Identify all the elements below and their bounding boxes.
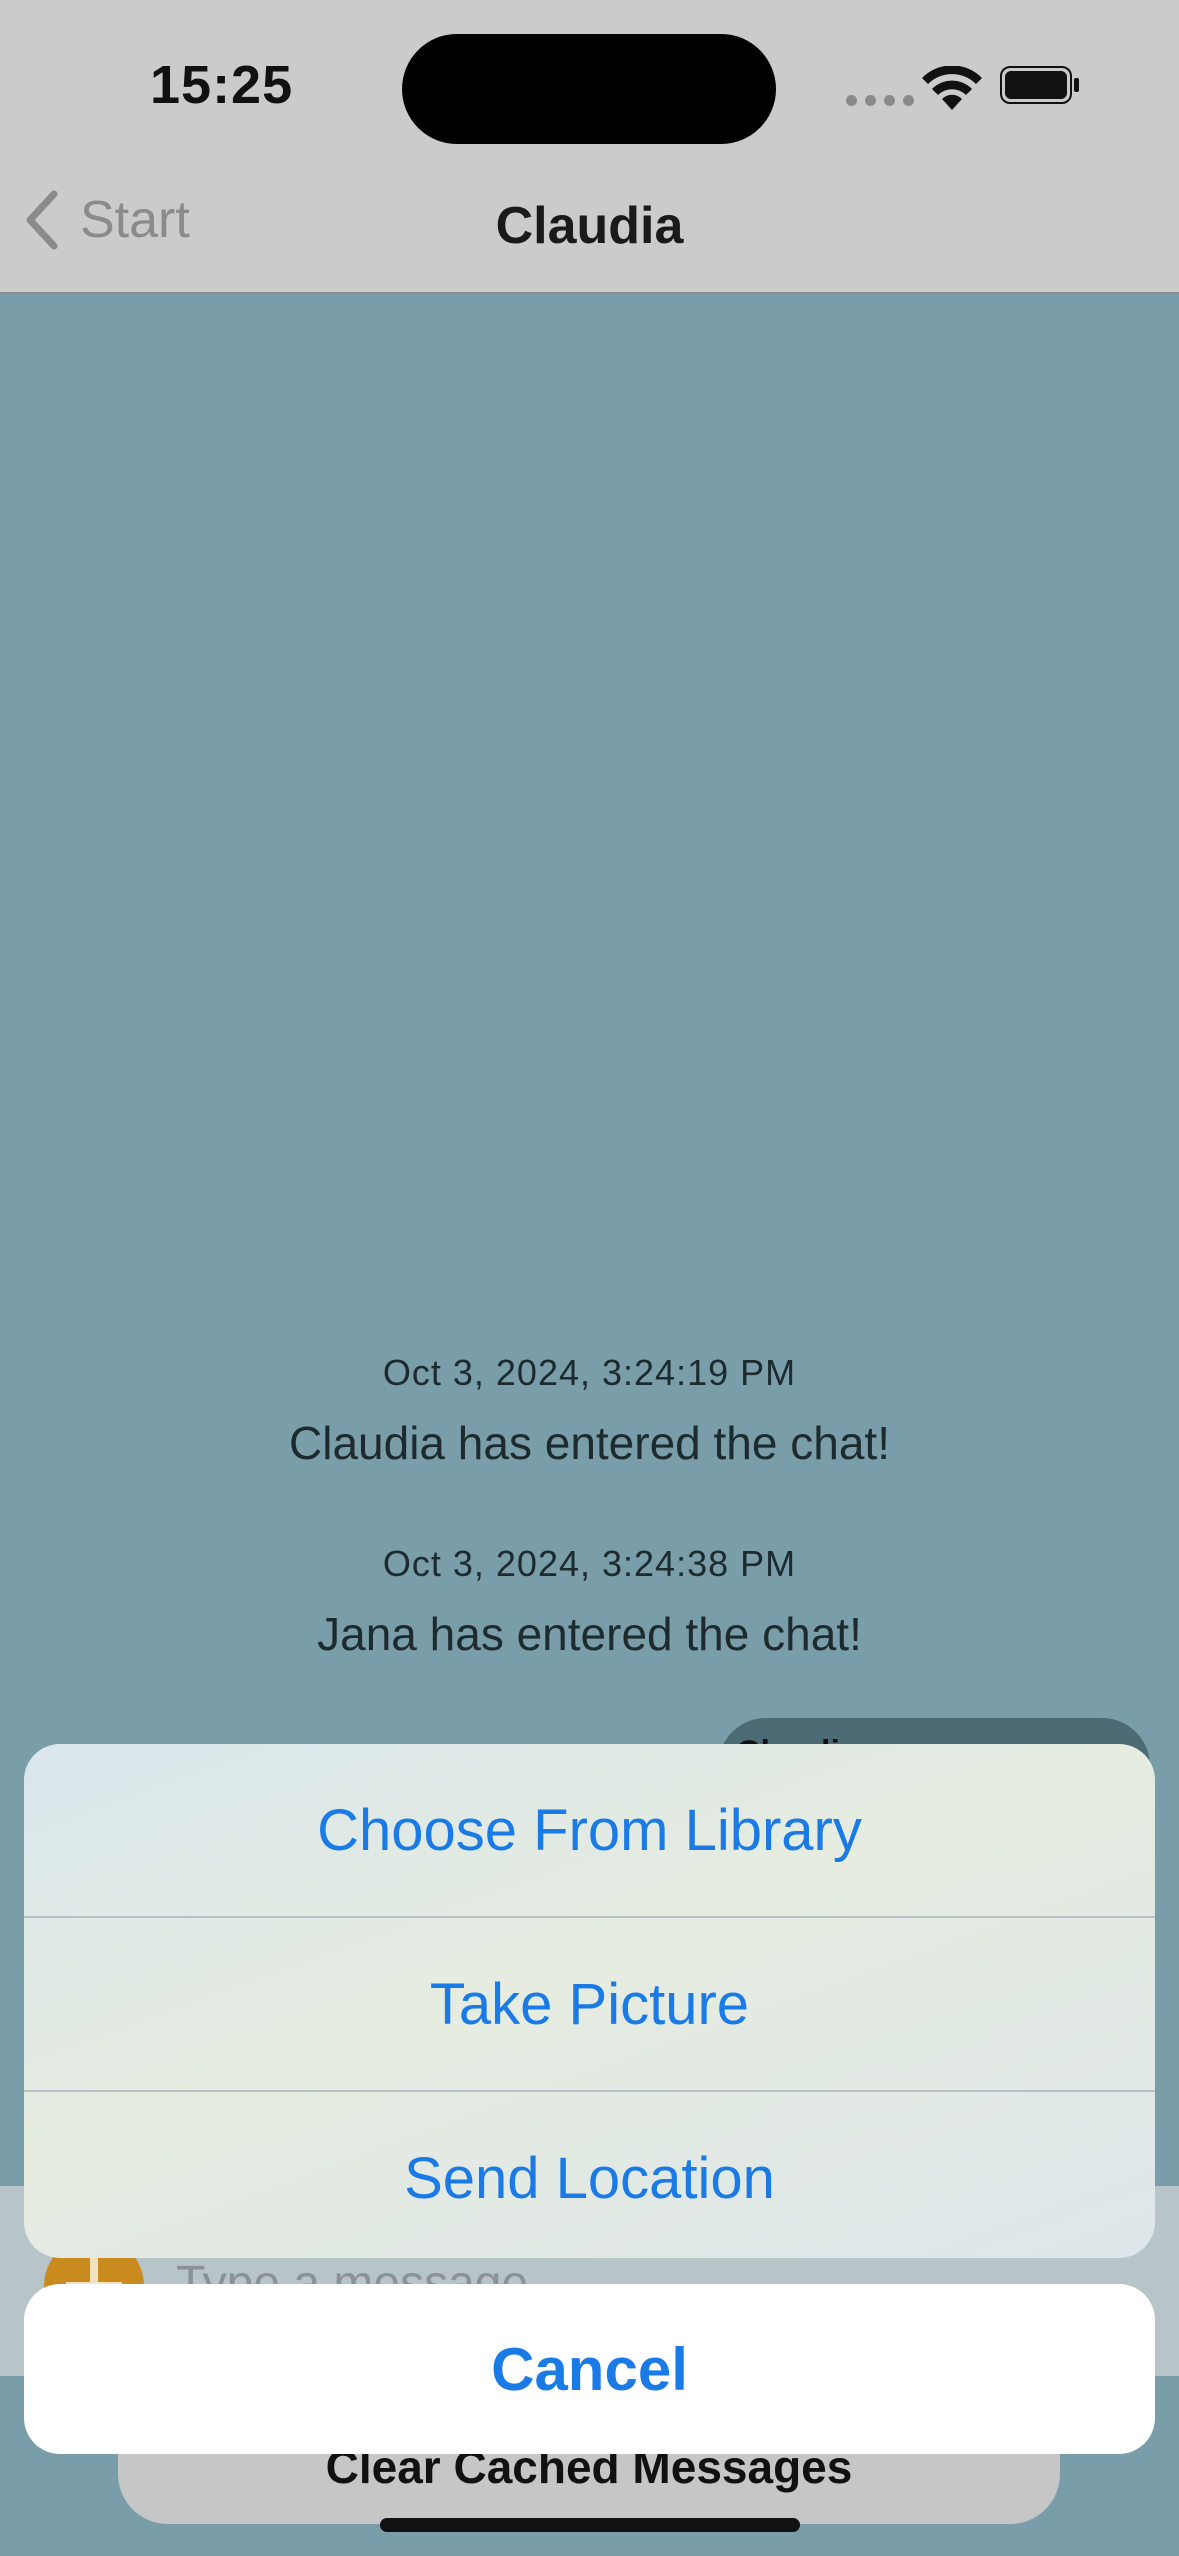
page-title: Claudia: [495, 197, 684, 255]
action-sheet: Choose From Library Take Picture Send Lo…: [24, 1744, 1155, 2258]
message-timestamp: Oct 3, 2024, 3:24:19 PM: [382, 1352, 797, 1393]
system-message: Oct 3, 2024, 3:24:38 PM Jana has entered…: [0, 1543, 1179, 1661]
cancel-button[interactable]: Cancel: [24, 2284, 1155, 2454]
send-location-option[interactable]: Send Location: [24, 2092, 1155, 2258]
message-text: Jana has entered the chat!: [317, 1608, 862, 1660]
top-bar: 15:25 Start Claudia: [0, 0, 1179, 294]
battery-icon: [1000, 66, 1079, 104]
dynamic-island: [402, 34, 776, 144]
cellular-signal-icon: [846, 95, 914, 106]
choose-from-library-option[interactable]: Choose From Library: [24, 1744, 1155, 1918]
message-timestamp: Oct 3, 2024, 3:24:38 PM: [382, 1543, 797, 1584]
take-picture-option[interactable]: Take Picture: [24, 1918, 1155, 2092]
status-time: 15:25: [150, 55, 294, 115]
home-indicator: [380, 2518, 800, 2532]
wifi-icon: [922, 66, 982, 110]
message-text: Claudia has entered the chat!: [289, 1417, 890, 1469]
system-message: Oct 3, 2024, 3:24:19 PM Claudia has ente…: [0, 1352, 1179, 1470]
